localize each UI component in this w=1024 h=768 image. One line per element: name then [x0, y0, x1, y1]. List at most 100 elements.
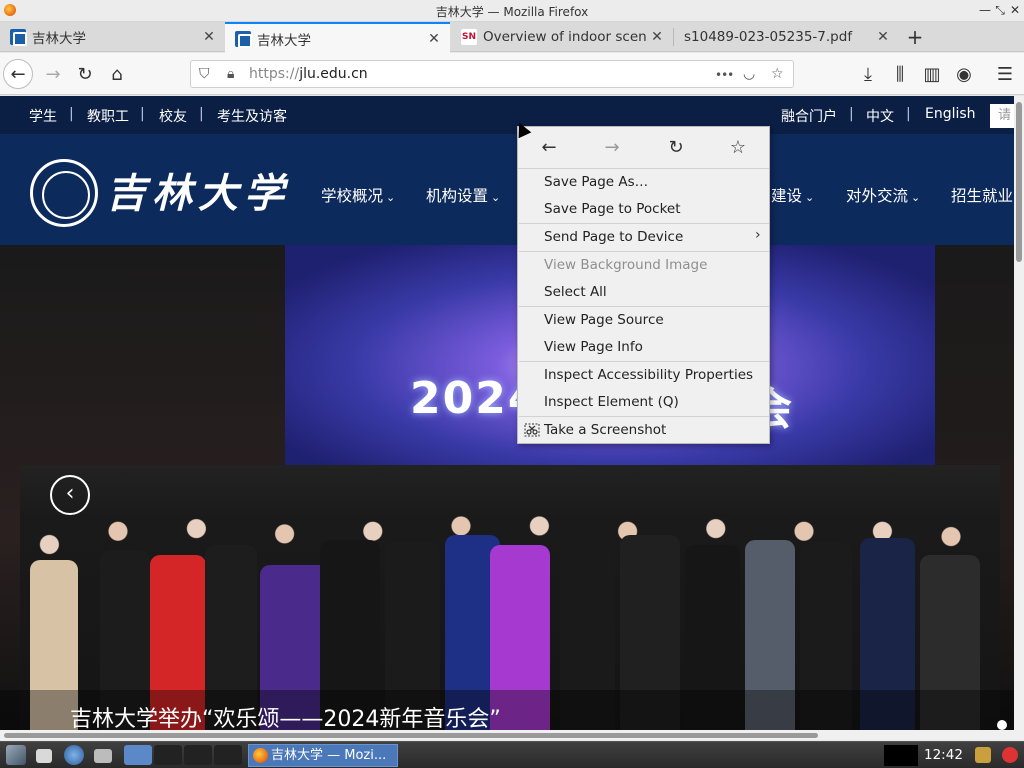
link-staff[interactable]: 教职工 — [87, 106, 129, 126]
divider: | — [69, 106, 74, 122]
link-visitors[interactable]: 考生及访客 — [217, 106, 287, 126]
sidebar-icon: ▥ — [923, 63, 941, 85]
library-button[interactable]: ⫼ — [885, 59, 915, 89]
url-bar[interactable]: ⛉ 🔒︎ https://jlu.edu.cn ••• ◡ ☆ — [190, 60, 794, 88]
context-nav-row: ← → ↻ ☆ — [518, 127, 769, 169]
menu-select-all[interactable]: Select All — [544, 281, 764, 303]
menu-inspect-element[interactable]: Inspect Element (Q) — [544, 391, 764, 413]
tab-jlu-active[interactable]: 吉林大学 ✕ — [225, 22, 450, 53]
jlu-favicon-icon — [235, 30, 252, 48]
screenshot-scissors-icon — [524, 423, 540, 437]
scrollbar-thumb[interactable] — [4, 733, 818, 738]
university-seal-icon[interactable] — [30, 159, 98, 227]
forward-button[interactable]: → — [38, 59, 68, 89]
menu-inspect-accessibility[interactable]: Inspect Accessibility Properties — [544, 364, 764, 386]
home-button[interactable]: ⌂ — [102, 59, 132, 89]
url-host: jlu.edu.cn — [299, 66, 368, 82]
nav-label: 招生就业 — [951, 187, 1014, 205]
nav-construction[interactable]: 建设 ⌄ — [771, 184, 814, 206]
close-tab-icon[interactable]: ✕ — [649, 29, 665, 45]
scrollbar-thumb[interactable] — [1016, 102, 1022, 262]
workspace-1[interactable] — [124, 745, 152, 765]
new-tab-icon[interactable]: + — [903, 25, 927, 49]
restore-icon[interactable]: ⤡ — [993, 2, 1007, 18]
chevron-down-icon: ⌄ — [491, 191, 501, 204]
window-titlebar: 吉林大学 — Mozilla Firefox — ⤡ ✕ — [0, 0, 1024, 22]
close-window-icon[interactable]: ✕ — [1008, 2, 1022, 18]
menu-view-background-image[interactable]: View Background Image — [544, 254, 764, 276]
carousel-indicator-dot[interactable] — [997, 720, 1007, 730]
horizontal-scrollbar[interactable] — [0, 730, 1024, 740]
link-english[interactable]: English — [925, 106, 976, 122]
nav-label: 建设 — [771, 187, 803, 205]
start-menu-icon[interactable] — [6, 745, 26, 765]
submenu-arrow-icon: › — [755, 227, 761, 243]
window-title: 吉林大学 — Mozilla Firefox — [435, 5, 589, 19]
close-tab-icon[interactable]: ✕ — [875, 29, 891, 45]
power-icon[interactable] — [1002, 747, 1018, 763]
nav-admissions[interactable]: 招生就业 — [951, 184, 1013, 206]
hero-caption[interactable]: 吉林大学举办“欢乐颂——2024新年音乐会” — [70, 701, 501, 730]
workspace-3[interactable] — [184, 745, 212, 765]
divider: | — [906, 106, 911, 122]
bookmark-star-icon[interactable]: ☆ — [726, 137, 750, 159]
back-arrow-icon[interactable]: ← — [537, 137, 561, 159]
site-search-input[interactable]: 请 — [990, 104, 1014, 128]
close-tab-icon[interactable]: ✕ — [426, 31, 442, 47]
account-button[interactable]: ◉ — [949, 59, 979, 89]
menu-save-to-pocket[interactable]: Save Page to Pocket — [544, 198, 764, 220]
nav-international[interactable]: 对外交流 ⌄ — [846, 184, 920, 206]
workspace-2[interactable] — [154, 745, 182, 765]
workspace-4[interactable] — [214, 745, 242, 765]
menu-view-page-info[interactable]: View Page Info — [544, 336, 764, 358]
tab-pdf[interactable]: s10489-023-05235-7.pdf ✕ — [674, 22, 899, 52]
bookmark-star-icon[interactable]: ☆ — [771, 66, 784, 82]
menu-save-page-as[interactable]: Save Page As… — [544, 171, 764, 193]
close-tab-icon[interactable]: ✕ — [201, 29, 217, 45]
show-desktop-icon[interactable] — [94, 749, 112, 763]
firefox-logo-icon — [253, 748, 268, 763]
web-browser-icon[interactable] — [64, 745, 84, 765]
forward-arrow-icon[interactable]: → — [600, 137, 624, 159]
lock-icon[interactable]: 🔒︎ — [227, 66, 234, 82]
back-button[interactable]: ← — [3, 59, 33, 89]
downloads-button[interactable]: ⤓ — [853, 59, 883, 89]
sidebar-button[interactable]: ▥ — [917, 59, 947, 89]
link-students[interactable]: 学生 — [29, 106, 57, 126]
carousel-prev-button[interactable]: ‹ — [50, 475, 90, 515]
context-menu: ← → ↻ ☆ Save Page As… Save Page to Pocke… — [517, 126, 770, 444]
jlu-favicon-icon — [10, 29, 27, 46]
link-alumni[interactable]: 校友 — [159, 106, 187, 126]
link-chinese[interactable]: 中文 — [866, 106, 894, 126]
nav-organization[interactable]: 机构设置 ⌄ — [426, 184, 500, 206]
taskbar-firefox-task[interactable]: 吉林大学 — Mozi... — [248, 744, 398, 767]
reload-button[interactable]: ↻ — [70, 59, 100, 89]
url-text[interactable]: https://jlu.edu.cn — [249, 66, 368, 82]
pocket-icon[interactable]: ◡ — [743, 66, 755, 82]
link-portal[interactable]: 融合门户 — [781, 106, 837, 126]
nav-about[interactable]: 学校概况 ⌄ — [321, 184, 395, 206]
menu-separator — [519, 416, 769, 417]
vertical-scrollbar[interactable] — [1014, 96, 1024, 730]
tab-overview-indoor[interactable]: SN Overview of indoor scen ✕ — [451, 22, 673, 52]
os-taskbar: 吉林大学 — Mozi... 12:42 — [0, 741, 1024, 768]
chevron-down-icon: ⌄ — [805, 191, 815, 204]
tab-jlu-1[interactable]: 吉林大学 ✕ — [0, 22, 225, 52]
minimize-icon[interactable]: — — [978, 2, 992, 18]
file-manager-icon[interactable] — [36, 749, 52, 763]
clock[interactable]: 12:42 — [924, 747, 963, 763]
hamburger-menu-icon: ☰ — [996, 63, 1014, 85]
menu-button[interactable]: ☰ — [990, 59, 1020, 89]
tab-label: 吉林大学 — [257, 32, 311, 49]
menu-take-screenshot[interactable]: Take a Screenshot — [544, 419, 764, 441]
page-actions-icon[interactable]: ••• — [715, 68, 734, 82]
menu-separator — [519, 223, 769, 224]
menu-send-to-device[interactable]: Send Page to Device — [544, 226, 764, 248]
tray-monitor-icon[interactable] — [975, 747, 991, 763]
university-logo-text[interactable]: 吉林大学 — [106, 161, 290, 219]
reload-icon[interactable]: ↻ — [664, 137, 688, 159]
hero-carousel[interactable]: 2024 会 吉林大学举办“欢乐颂——2024新年音乐会” ‹ — [0, 245, 1014, 730]
home-icon: ⌂ — [111, 63, 123, 85]
menu-view-page-source[interactable]: View Page Source — [544, 309, 764, 331]
shield-icon[interactable]: ⛉ — [199, 66, 210, 82]
